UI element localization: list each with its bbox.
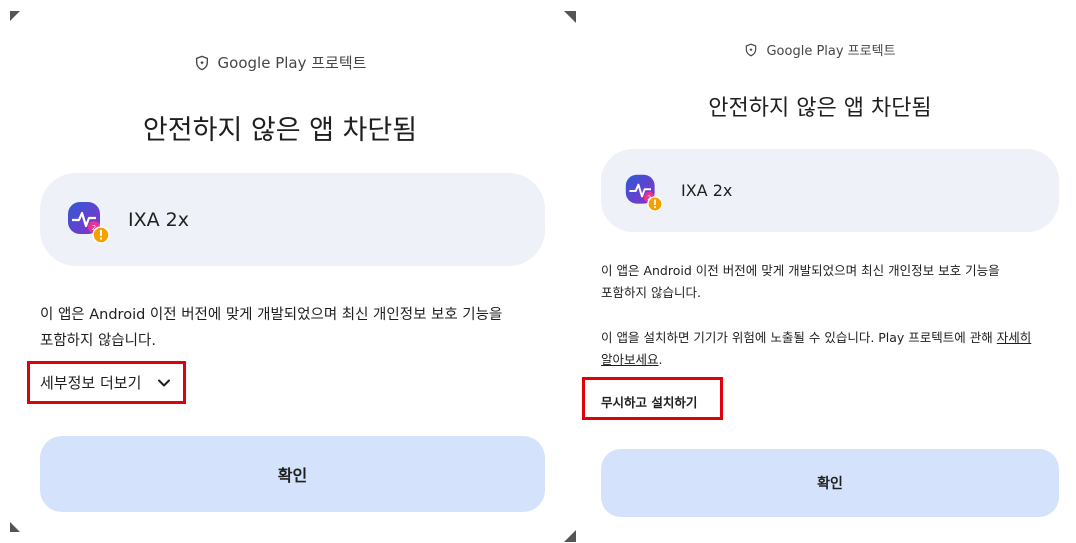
page-title: 안전하지 않은 앱 차단됨 bbox=[708, 96, 932, 121]
warning-line: 이 앱을 설치하면 기기가 위험에 노출될 수 있습니다. Play 프로텍트에… bbox=[601, 330, 997, 345]
description: 이 앱은 Android 이전 버전에 맞게 개발되었으며 최신 개인정보 보호… bbox=[601, 260, 1071, 304]
highlight-box bbox=[27, 361, 186, 404]
description: 이 앱은 Android 이전 버전에 맞게 개발되었으며 최신 개인정보 보호… bbox=[40, 302, 550, 354]
shield-icon bbox=[195, 55, 208, 70]
description-line: 이 앱은 Android 이전 버전에 맞게 개발되었으며 최신 개인정보 보호… bbox=[40, 307, 503, 323]
learn-more-link-cont[interactable]: 알아보세요 bbox=[601, 352, 659, 367]
highlight-box bbox=[582, 377, 723, 420]
warning-end: . bbox=[658, 352, 663, 367]
play-protect-header: Google Play 프로텍트 bbox=[0, 52, 560, 73]
app-name: IXA 2x bbox=[681, 181, 733, 200]
warning-badge-icon bbox=[647, 195, 663, 212]
app-icon: 2 bbox=[624, 173, 663, 212]
description-line: 이 앱은 Android 이전 버전에 맞게 개발되었으며 최신 개인정보 보호… bbox=[601, 263, 1000, 278]
corner-top-left bbox=[10, 11, 20, 21]
confirm-button[interactable]: 확인 bbox=[601, 449, 1059, 517]
warning-badge-icon bbox=[92, 225, 110, 244]
right-dialog: Google Play 프로텍트 안전하지 않은 앱 차단됨 2 IXA 2x … bbox=[564, 0, 1076, 543]
app-card: 2 IXA 2x bbox=[601, 149, 1059, 232]
header-label: Google Play 프로텍트 bbox=[766, 44, 896, 59]
description-line: 포함하지 않습니다. bbox=[40, 333, 156, 349]
corner-bottom-left bbox=[10, 522, 20, 532]
description-line: 포함하지 않습니다. bbox=[601, 285, 701, 300]
page-title: 안전하지 않은 앱 차단됨 bbox=[142, 115, 418, 146]
left-dialog: Google Play 프로텍트 안전하지 않은 앱 차단됨 2 IXA 2x … bbox=[0, 0, 560, 543]
app-icon: 2 bbox=[66, 200, 110, 244]
shield-icon bbox=[746, 43, 757, 56]
header-label: Google Play 프로텍트 bbox=[217, 54, 367, 72]
confirm-button[interactable]: 확인 bbox=[40, 436, 545, 512]
corner-top-right bbox=[564, 11, 576, 23]
play-protect-header: Google Play 프로텍트 bbox=[564, 40, 1076, 59]
app-name: IXA 2x bbox=[128, 208, 189, 231]
learn-more-link[interactable]: 자세히 bbox=[997, 330, 1032, 345]
warning-text: 이 앱을 설치하면 기기가 위험에 노출될 수 있습니다. Play 프로텍트에… bbox=[601, 327, 1071, 371]
app-card: 2 IXA 2x bbox=[40, 173, 545, 266]
corner-bottom-right bbox=[564, 530, 576, 542]
